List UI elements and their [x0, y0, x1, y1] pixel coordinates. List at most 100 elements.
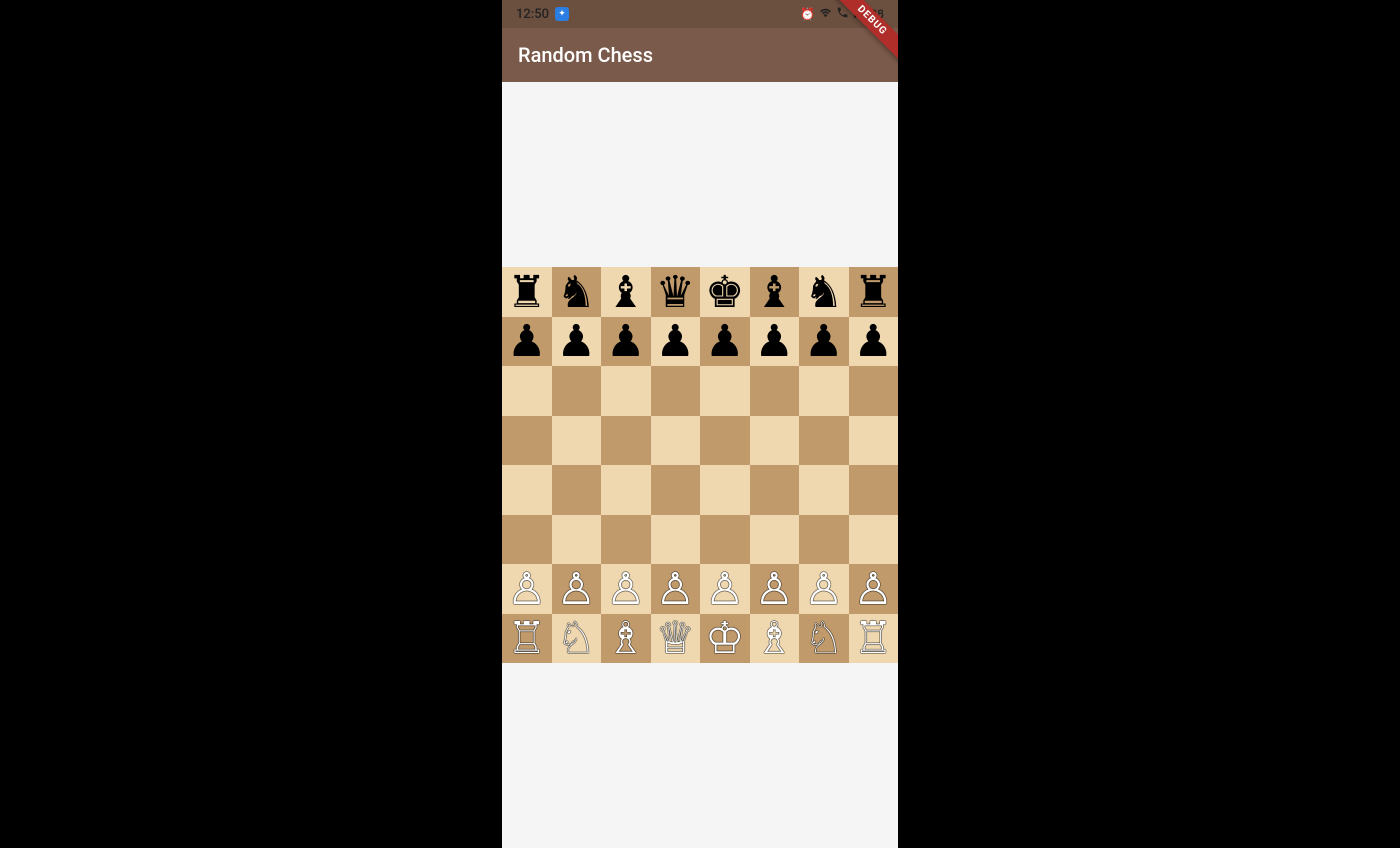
piece-wP[interactable]: ♙: [606, 567, 645, 611]
piece-wN[interactable]: ♘: [804, 616, 843, 660]
piece-wP[interactable]: ♙: [557, 567, 596, 611]
square-d7[interactable]: ♟: [651, 317, 701, 367]
square-c3[interactable]: [601, 515, 651, 565]
piece-wP[interactable]: ♙: [804, 567, 843, 611]
piece-bP[interactable]: ♟: [606, 319, 645, 363]
square-a2[interactable]: ♙: [502, 564, 552, 614]
square-e7[interactable]: ♟: [700, 317, 750, 367]
square-a6[interactable]: [502, 366, 552, 416]
square-e6[interactable]: [700, 366, 750, 416]
square-b5[interactable]: [552, 416, 602, 466]
square-b7[interactable]: ♟: [552, 317, 602, 367]
square-a4[interactable]: [502, 465, 552, 515]
square-e3[interactable]: [700, 515, 750, 565]
square-h7[interactable]: ♟: [849, 317, 899, 367]
piece-bP[interactable]: ♟: [557, 319, 596, 363]
piece-bB[interactable]: ♝: [755, 270, 794, 314]
piece-bP[interactable]: ♟: [705, 319, 744, 363]
square-g3[interactable]: [799, 515, 849, 565]
piece-bP[interactable]: ♟: [656, 319, 695, 363]
square-e4[interactable]: [700, 465, 750, 515]
square-a3[interactable]: [502, 515, 552, 565]
piece-bK[interactable]: ♚: [705, 270, 744, 314]
square-g1[interactable]: ♘: [799, 614, 849, 664]
square-f6[interactable]: [750, 366, 800, 416]
piece-wR[interactable]: ♖: [854, 616, 893, 660]
square-b1[interactable]: ♘: [552, 614, 602, 664]
status-bar: 12:50 ✦ ⏰ 98: [502, 0, 898, 28]
square-h5[interactable]: [849, 416, 899, 466]
square-e8[interactable]: ♚: [700, 267, 750, 317]
piece-wK[interactable]: ♔: [705, 616, 744, 660]
square-b8[interactable]: ♞: [552, 267, 602, 317]
square-c2[interactable]: ♙: [601, 564, 651, 614]
square-h3[interactable]: [849, 515, 899, 565]
square-b2[interactable]: ♙: [552, 564, 602, 614]
piece-wP[interactable]: ♙: [507, 567, 546, 611]
square-g8[interactable]: ♞: [799, 267, 849, 317]
square-f5[interactable]: [750, 416, 800, 466]
square-d2[interactable]: ♙: [651, 564, 701, 614]
square-f4[interactable]: [750, 465, 800, 515]
square-h8[interactable]: ♜: [849, 267, 899, 317]
square-c8[interactable]: ♝: [601, 267, 651, 317]
square-h4[interactable]: [849, 465, 899, 515]
alarm-icon: ⏰: [800, 7, 815, 21]
square-f3[interactable]: [750, 515, 800, 565]
square-d4[interactable]: [651, 465, 701, 515]
piece-bP[interactable]: ♟: [507, 319, 546, 363]
square-e2[interactable]: ♙: [700, 564, 750, 614]
square-f7[interactable]: ♟: [750, 317, 800, 367]
square-c5[interactable]: [601, 416, 651, 466]
square-d1[interactable]: ♕: [651, 614, 701, 664]
piece-wP[interactable]: ♙: [656, 567, 695, 611]
square-h2[interactable]: ♙: [849, 564, 899, 614]
square-b4[interactable]: [552, 465, 602, 515]
bluetooth-icon: ✦: [555, 7, 569, 21]
square-f1[interactable]: ♗: [750, 614, 800, 664]
square-g7[interactable]: ♟: [799, 317, 849, 367]
square-a7[interactable]: ♟: [502, 317, 552, 367]
square-d6[interactable]: [651, 366, 701, 416]
square-f8[interactable]: ♝: [750, 267, 800, 317]
piece-wR[interactable]: ♖: [507, 616, 546, 660]
piece-wP[interactable]: ♙: [705, 567, 744, 611]
piece-bP[interactable]: ♟: [755, 319, 794, 363]
piece-bQ[interactable]: ♛: [656, 270, 695, 314]
square-d5[interactable]: [651, 416, 701, 466]
square-h6[interactable]: [849, 366, 899, 416]
square-d3[interactable]: [651, 515, 701, 565]
piece-bR[interactable]: ♜: [854, 270, 893, 314]
piece-bN[interactable]: ♞: [804, 270, 843, 314]
square-b6[interactable]: [552, 366, 602, 416]
square-g6[interactable]: [799, 366, 849, 416]
piece-bR[interactable]: ♜: [507, 270, 546, 314]
square-a1[interactable]: ♖: [502, 614, 552, 664]
piece-wP[interactable]: ♙: [755, 567, 794, 611]
piece-wP[interactable]: ♙: [854, 567, 893, 611]
piece-bP[interactable]: ♟: [854, 319, 893, 363]
piece-wB[interactable]: ♗: [606, 616, 645, 660]
piece-bP[interactable]: ♟: [804, 319, 843, 363]
piece-wN[interactable]: ♘: [557, 616, 596, 660]
square-c7[interactable]: ♟: [601, 317, 651, 367]
square-a8[interactable]: ♜: [502, 267, 552, 317]
square-e5[interactable]: [700, 416, 750, 466]
square-h1[interactable]: ♖: [849, 614, 899, 664]
square-g4[interactable]: [799, 465, 849, 515]
piece-bN[interactable]: ♞: [557, 270, 596, 314]
square-e1[interactable]: ♔: [700, 614, 750, 664]
square-c6[interactable]: [601, 366, 651, 416]
square-f2[interactable]: ♙: [750, 564, 800, 614]
square-g5[interactable]: [799, 416, 849, 466]
square-b3[interactable]: [552, 515, 602, 565]
square-c4[interactable]: [601, 465, 651, 515]
square-g2[interactable]: ♙: [799, 564, 849, 614]
piece-bB[interactable]: ♝: [606, 270, 645, 314]
piece-wQ[interactable]: ♕: [656, 616, 695, 660]
square-a5[interactable]: [502, 416, 552, 466]
piece-wB[interactable]: ♗: [755, 616, 794, 660]
square-d8[interactable]: ♛: [651, 267, 701, 317]
chess-board[interactable]: ♜♞♝♛♚♝♞♜♟♟♟♟♟♟♟♟♙♙♙♙♙♙♙♙♖♘♗♕♔♗♘♖: [502, 267, 898, 663]
square-c1[interactable]: ♗: [601, 614, 651, 664]
